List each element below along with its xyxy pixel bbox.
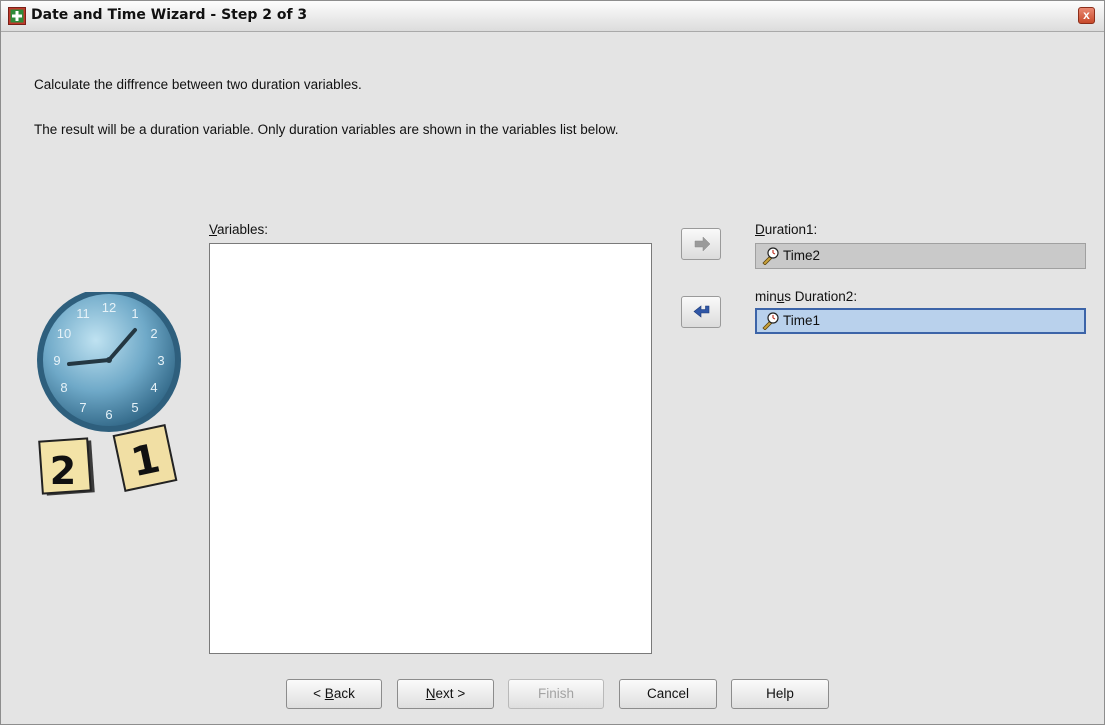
variables-label-text: ariables:: [217, 222, 269, 237]
clock-numeral: 10: [57, 326, 71, 341]
finish-button[interactable]: Finish: [508, 679, 604, 709]
description-line-1: Calculate the diffrence between two dura…: [34, 77, 362, 92]
calendar-icon-1: 1: [112, 424, 178, 492]
back-button-text: ack: [333, 686, 355, 701]
clock-numeral: 6: [105, 407, 112, 422]
back-button[interactable]: < Back: [286, 679, 382, 709]
duration1-label: Duration1:: [755, 222, 817, 237]
clock-numeral: 8: [60, 380, 67, 395]
wizard-dialog: Date and Time Wizard - Step 2 of 3 x Cal…: [0, 0, 1105, 725]
clock-numeral: 11: [76, 306, 90, 321]
clock-numeral: 5: [131, 400, 138, 415]
back-button-mnemonic: B: [324, 686, 334, 701]
clock-icon: 12 1 2 3 4 5 6 7 8 9 10 11: [37, 292, 181, 432]
spss-app-icon: [8, 7, 26, 25]
calendar-number-left: 2: [50, 449, 76, 493]
duration1-label-mnemonic: D: [755, 222, 765, 237]
clock-numeral: 9: [53, 353, 60, 368]
left-arrow-icon: [693, 305, 710, 318]
cancel-button[interactable]: Cancel: [619, 679, 717, 709]
close-button[interactable]: x: [1078, 7, 1095, 24]
move-to-duration2-button[interactable]: [681, 296, 721, 328]
duration1-value: Time2: [783, 248, 821, 263]
clock-numeral: 7: [79, 400, 86, 415]
variables-label: Variables:: [209, 222, 268, 237]
duration2-value: Time1: [783, 313, 821, 328]
next-button[interactable]: Next >: [397, 679, 494, 709]
duration-variable-icon: [762, 312, 779, 330]
duration2-field[interactable]: Time1: [755, 308, 1086, 334]
window-title: Date and Time Wizard - Step 2 of 3: [31, 7, 308, 23]
next-button-mnemonic: N: [425, 686, 436, 701]
duration1-field[interactable]: Time2: [755, 243, 1086, 269]
clock-numeral: 4: [150, 380, 157, 395]
help-button-label: Help: [766, 686, 794, 701]
clock-numeral: 12: [102, 300, 116, 315]
calendar-icon-2: 2: [38, 437, 95, 496]
help-button[interactable]: Help: [731, 679, 829, 709]
description-line-2: The result will be a duration variable. …: [34, 122, 619, 137]
close-icon: x: [1083, 8, 1090, 22]
clock-numeral: 2: [150, 326, 157, 341]
move-to-duration1-button[interactable]: [681, 228, 721, 260]
clock-calendar-illustration: 12 1 2 3 4 5 6 7 8 9 10 11 2 1: [37, 292, 181, 496]
variables-listbox[interactable]: [209, 243, 652, 654]
next-button-suffix: >: [453, 686, 466, 701]
clock-numeral: 3: [157, 353, 164, 368]
cancel-button-label: Cancel: [646, 686, 690, 701]
duration1-label-text: uration1:: [764, 222, 818, 237]
next-button-text: ext: [435, 686, 454, 701]
finish-button-label: Finish: [537, 686, 574, 701]
right-arrow-icon: [694, 236, 711, 252]
title-bar[interactable]: Date and Time Wizard - Step 2 of 3 x: [1, 1, 1104, 32]
clock-numeral: 1: [131, 306, 138, 321]
duration2-label-text: s Duration2:: [784, 289, 858, 304]
back-button-prefix: <: [313, 686, 325, 701]
duration2-label-pre: min: [755, 289, 777, 304]
duration-variable-icon: [762, 247, 779, 265]
dialog-content: Calculate the diffrence between two dura…: [1, 32, 1104, 724]
duration2-label: minus Duration2:: [755, 289, 857, 304]
variables-label-mnemonic: V: [209, 222, 218, 237]
